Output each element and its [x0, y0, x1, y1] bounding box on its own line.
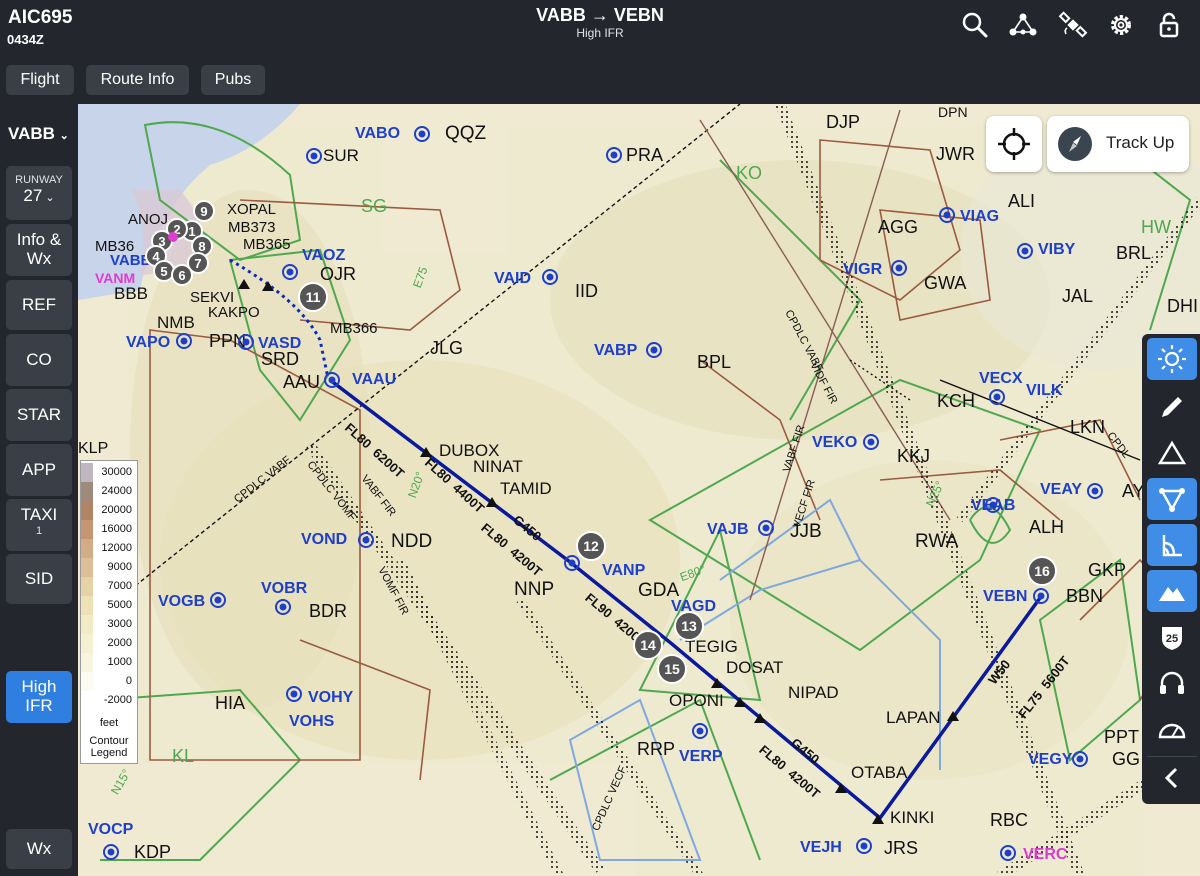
airspace-icon	[1162, 535, 1182, 557]
headphones-icon	[1160, 671, 1184, 694]
legend-level: 16000	[81, 520, 137, 539]
legend-level: 30000	[81, 463, 137, 482]
route-layer-button[interactable]	[1147, 478, 1197, 520]
legend-level: 3000	[81, 615, 137, 634]
highway-number: 25	[1166, 633, 1178, 645]
navaid-center-icon	[546, 273, 554, 281]
legend-level: 12000	[81, 539, 137, 558]
navaid-center-icon	[993, 393, 1001, 401]
crosshair-icon	[998, 128, 1030, 160]
legend-level: 2000	[81, 634, 137, 653]
chevron-left-icon	[1164, 767, 1178, 789]
navaid-center-icon	[290, 690, 298, 698]
collapse-toolbar-button[interactable]	[1147, 756, 1197, 798]
leg-marker-number: 5	[160, 264, 167, 279]
highway-layer-button[interactable]: 25	[1147, 616, 1197, 658]
legend-level: -2000	[81, 691, 137, 710]
compass-icon	[1058, 127, 1092, 161]
navaid-center-icon	[762, 524, 770, 532]
navaid-center-icon	[943, 211, 951, 219]
navaid-center-icon	[696, 727, 704, 735]
track-up-button[interactable]: Track Up	[1047, 116, 1189, 172]
mountain-icon	[1159, 587, 1185, 601]
legend-caption: Contour Legend	[89, 735, 129, 759]
navaid-center-icon	[860, 842, 868, 850]
navaid-center-icon	[214, 596, 222, 604]
draw-button[interactable]	[1147, 386, 1197, 428]
navaid-center-icon	[279, 603, 287, 611]
leg-marker-number: 11	[306, 289, 321, 305]
leg-marker-number: 14	[640, 637, 656, 653]
efb-app: AIC695 0434Z VABB → VEBN High IFR Flight…	[0, 0, 1200, 876]
navaid-center-icon	[1076, 755, 1084, 763]
legend-level: 1000	[81, 653, 137, 672]
navaid-center-icon	[867, 438, 875, 446]
navaid-center-icon	[362, 536, 370, 544]
legend-level: 9000	[81, 558, 137, 577]
layer-toolbar: 25	[1142, 334, 1200, 804]
leg-marker-number: 6	[178, 268, 185, 283]
protractor-button[interactable]	[1147, 708, 1197, 750]
legend-level: 0	[81, 672, 137, 691]
origin-airport-icon[interactable]	[168, 232, 178, 242]
leg-marker-number: 16	[1034, 563, 1050, 579]
airspace-layer-button[interactable]	[1147, 524, 1197, 566]
contour-legend: 30000 24000 20000 16000 12000 9000 7000 5000 300…	[80, 460, 138, 764]
navaid-center-icon	[418, 130, 426, 138]
recenter-button[interactable]	[986, 116, 1042, 172]
navaid-center-icon	[1091, 487, 1099, 495]
navaid-center-icon	[989, 501, 997, 509]
triangle-icon	[1157, 440, 1187, 465]
navaid-center-icon	[1021, 247, 1029, 255]
sun-icon	[1158, 345, 1186, 373]
navaid-center-icon	[286, 268, 294, 276]
navaid-center-icon	[310, 152, 318, 160]
legend-level: 24000	[81, 482, 137, 501]
protractor-icon	[1158, 723, 1186, 739]
navaid-center-icon	[107, 848, 115, 856]
legend-level: 5000	[81, 596, 137, 615]
navaid-center-icon	[610, 151, 618, 159]
navaid-center-icon	[242, 338, 250, 346]
legend-unit: feet	[99, 717, 119, 729]
leg-marker-number: 9	[200, 204, 207, 219]
terrain-warning-button[interactable]	[1147, 432, 1197, 474]
route-layer-icon	[1159, 488, 1185, 512]
navaid-center-icon	[328, 376, 336, 384]
highway-shield-icon: 25	[1162, 627, 1182, 650]
terrain-layer-button[interactable]	[1147, 570, 1197, 612]
legend-level: 20000	[81, 501, 137, 520]
navaid-center-icon	[180, 337, 188, 345]
leg-marker-number: 13	[681, 618, 697, 634]
navaid-center-icon	[650, 346, 658, 354]
track-up-label: Track Up	[1106, 133, 1175, 152]
legend-level: 7000	[81, 577, 137, 596]
audio-button[interactable]	[1147, 662, 1197, 704]
leg-marker-number: 7	[194, 256, 201, 271]
leg-marker-number: 15	[664, 661, 680, 677]
navaid-symbols	[103, 126, 1103, 861]
brightness-button[interactable]	[1147, 338, 1197, 380]
navaid-center-icon	[1004, 849, 1012, 857]
navaid-center-icon	[895, 264, 903, 272]
pencil-icon	[1162, 397, 1182, 417]
leg-marker-number: 8	[198, 239, 205, 254]
leg-marker-number: 1	[188, 224, 195, 239]
navaid-center-icon	[568, 559, 576, 567]
leg-marker-number: 12	[583, 538, 599, 554]
navaid-center-icon	[1037, 592, 1045, 600]
